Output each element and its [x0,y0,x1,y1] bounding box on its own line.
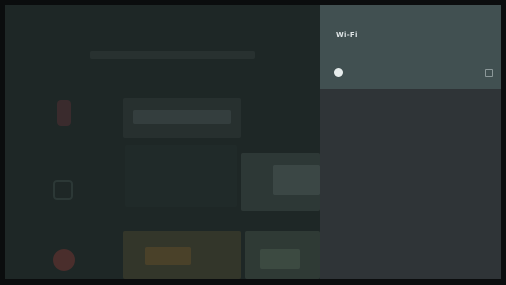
content-card-title [133,110,231,124]
blurred-heading [90,51,255,59]
panel-title: Wi-Fi [336,31,358,39]
app-rail-icon [53,249,75,271]
content-card-thumbnail [273,165,320,195]
wifi-icon [334,68,343,77]
app-rail-icon [53,180,73,200]
wifi-settings-panel: Wi-Fi [320,5,501,279]
home-background [5,5,320,279]
tv-screen: Wi-Fi [5,5,501,279]
app-rail-icon [57,100,71,126]
lock-icon [485,69,493,77]
content-card-thumbnail [260,249,300,269]
panel-header: Wi-Fi [320,5,501,89]
content-card-thumbnail [145,247,191,265]
network-list-item[interactable] [328,63,498,87]
content-card [125,145,237,207]
